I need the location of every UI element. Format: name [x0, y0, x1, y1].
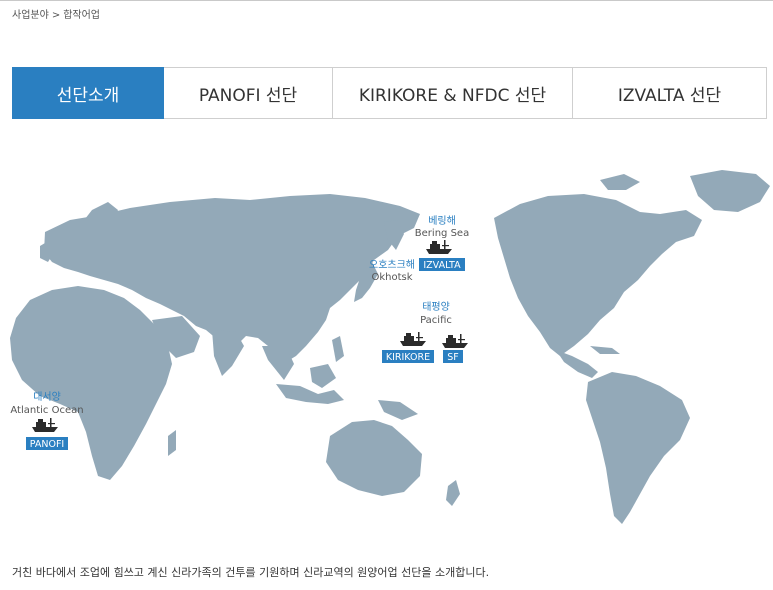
panofi-ship-icon: [32, 418, 58, 432]
okhotsk-ko-label: 오호츠크해: [369, 258, 415, 271]
panofi-badge-label: PANOFI: [30, 439, 64, 450]
greenland: [690, 170, 770, 212]
caribbean-islands: [590, 346, 620, 354]
tab-kirikore-nfdc-fleet[interactable]: KIRIKORE & NFDC 선단: [333, 67, 573, 119]
central-america: [556, 350, 598, 378]
region-pacific[interactable]: 태평양 Pacific: [420, 301, 452, 326]
izvalta-ship-icon: [426, 240, 452, 254]
philippines: [332, 336, 344, 362]
breadcrumb-current: 합작어업: [63, 10, 101, 21]
bering-sea-en-label: Bering Sea: [415, 228, 469, 239]
panofi-fleet-badge[interactable]: PANOFI: [26, 437, 68, 450]
world-map: 베링해 Bering Sea IZVALTA 오호츠크해 Okhotsk 태평양…: [10, 170, 770, 524]
pacific-en-label: Pacific: [420, 315, 452, 326]
top-divider: [0, 0, 773, 1]
breadcrumb-separator: >: [51, 10, 61, 21]
atlantic-en-label: Atlantic Ocean: [10, 405, 83, 416]
tab-fleet-overview[interactable]: 선단소개: [12, 67, 164, 119]
region-okhotsk[interactable]: 오호츠크해 Okhotsk: [369, 258, 415, 283]
sf-fleet-badge[interactable]: SF: [443, 350, 463, 363]
sf-badge-label: SF: [447, 352, 459, 363]
izvalta-badge-label: IZVALTA: [423, 260, 461, 271]
borneo: [310, 364, 336, 388]
bering-sea-ko-label: 베링해: [428, 214, 456, 227]
pacific-ko-label: 태평양: [422, 301, 450, 313]
atlantic-ko-label: 대서양: [33, 391, 61, 403]
region-bering-sea[interactable]: 베링해 Bering Sea: [415, 214, 469, 239]
sf-ship-icon: [442, 334, 468, 348]
fleet-description: 거친 바다에서 조업에 힘쓰고 계신 신라가족의 건투를 기원하며 신라교역의 …: [12, 566, 490, 579]
okhotsk-en-label: Okhotsk: [371, 272, 412, 283]
new-zealand: [446, 480, 460, 506]
izvalta-fleet-badge[interactable]: IZVALTA: [419, 258, 465, 271]
breadcrumb-section[interactable]: 사업분야: [12, 10, 49, 21]
tab-panofi-fleet[interactable]: PANOFI 선단: [164, 67, 333, 119]
new-guinea: [378, 400, 418, 420]
continents: [10, 170, 770, 524]
arctic-islands: [600, 174, 640, 190]
south-america: [586, 372, 690, 524]
indonesia-islands: [276, 384, 344, 404]
fleet-tabs: 선단소개 PANOFI 선단 KIRIKORE & NFDC 선단 IZVALT…: [12, 67, 767, 119]
tab-izvalta-fleet[interactable]: IZVALTA 선단: [573, 67, 767, 119]
africa-landmass: [10, 286, 172, 480]
north-america: [494, 194, 702, 356]
kirikore-badge-label: KIRIKORE: [386, 352, 430, 363]
madagascar: [168, 430, 176, 456]
australia: [326, 420, 422, 496]
kirikore-ship-icon: [400, 332, 426, 346]
breadcrumb: 사업분야 > 합작어업: [12, 6, 100, 21]
kirikore-fleet-badge[interactable]: KIRIKORE: [382, 350, 434, 363]
